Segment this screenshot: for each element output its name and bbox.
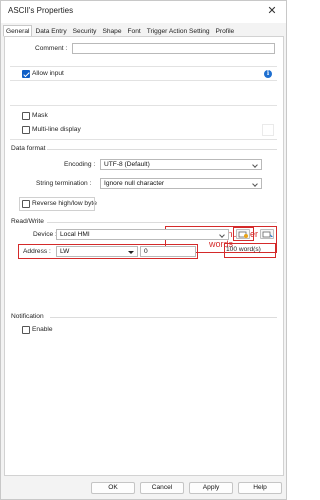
title-bar: ASCII's Properties ✕ [1, 1, 286, 23]
read-write-divider [47, 222, 277, 223]
cancel-button[interactable]: Cancel [140, 482, 184, 494]
ok-button[interactable]: OK [91, 482, 135, 494]
allow-input-checkbox[interactable] [22, 70, 30, 78]
data-format-divider [47, 149, 277, 150]
allow-input-label: Allow input [32, 70, 64, 77]
info-icon[interactable]: i [264, 70, 272, 78]
address-value-input[interactable]: 0 [140, 246, 196, 257]
encoding-label: Encoding : [64, 161, 96, 168]
multiline-checkbox[interactable] [22, 126, 30, 134]
mask-label: Mask [32, 112, 48, 119]
enable-notification-label: Enable [32, 326, 53, 333]
color-swatch[interactable] [262, 124, 274, 136]
notification-divider [50, 317, 277, 318]
address-type-select[interactable]: LW [56, 246, 138, 257]
address-settings-icon[interactable] [236, 229, 250, 239]
window-title: ASCII's Properties [8, 6, 74, 15]
encoding-select[interactable]: UTF-8 (Default) [100, 159, 262, 170]
address-pick-icon[interactable] [260, 229, 274, 239]
device-select[interactable]: Local HMI [56, 229, 229, 240]
button-bar: OK Cancel Apply Help [1, 477, 286, 499]
string-termination-label: String termination : [36, 180, 92, 187]
close-icon[interactable]: ✕ [264, 3, 280, 19]
display-options-group [10, 105, 277, 140]
enable-notification-checkbox[interactable] [22, 326, 30, 334]
string-termination-select[interactable]: Ignore null character [100, 178, 262, 189]
help-button[interactable]: Help [238, 482, 282, 494]
apply-button[interactable]: Apply [189, 482, 233, 494]
general-panel: Comment : Allow input i Mask Multi-line … [4, 36, 284, 476]
words-count: 100 word(s) [226, 246, 261, 253]
data-format-group-label: Data format [11, 145, 46, 152]
notification-group-label: Notification [11, 313, 44, 320]
multiline-label: Multi-line display [32, 126, 81, 133]
device-label: Device : [33, 231, 57, 238]
address-label: Address : [23, 248, 51, 255]
comment-input[interactable] [72, 43, 275, 54]
read-write-group-label: Read/Write [11, 218, 44, 225]
reverse-byte-frame [19, 197, 95, 211]
comment-label: Comment : [35, 45, 68, 52]
mask-checkbox[interactable] [22, 112, 30, 120]
properties-window: ASCII's Properties ✕ General Data Entry … [0, 0, 287, 500]
